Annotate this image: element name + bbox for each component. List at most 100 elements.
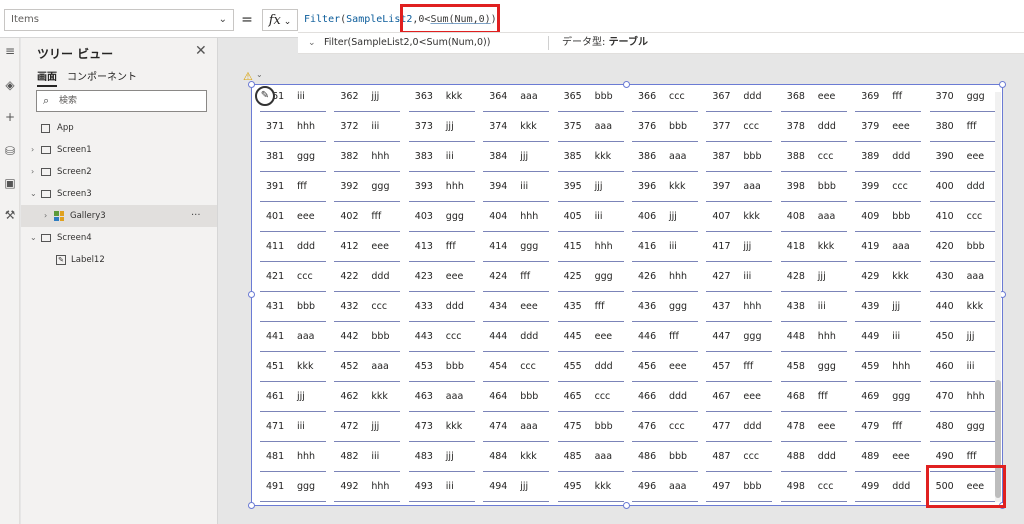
gallery-item[interactable]: 479 fff	[855, 412, 922, 442]
gallery-item[interactable]: 465 ccc	[557, 382, 624, 412]
gallery-item[interactable]: 416 iii	[632, 232, 698, 262]
gallery-item[interactable]: 470 hhh	[929, 382, 996, 412]
gallery-item[interactable]: 491 ggg	[260, 472, 326, 502]
gallery-item[interactable]: 397 aaa	[706, 172, 773, 202]
gallery-item[interactable]: 411 ddd	[260, 232, 326, 262]
gallery-item[interactable]: 366 ccc	[632, 85, 698, 112]
gallery-item[interactable]: 392 ggg	[334, 172, 401, 202]
gallery-item[interactable]: 438 iii	[780, 292, 847, 322]
gallery-item[interactable]: 424 fff	[483, 262, 550, 292]
media-icon[interactable]: ▣	[0, 176, 20, 190]
gallery-item[interactable]: 365 bbb	[557, 85, 624, 112]
resize-handle[interactable]	[248, 291, 255, 298]
gallery-item[interactable]: 417 jjj	[706, 232, 773, 262]
gallery-item[interactable]: 457 fff	[706, 352, 773, 382]
gallery-item[interactable]: 460 iii	[929, 352, 996, 382]
chevron-down-icon[interactable]: ⌄	[30, 227, 37, 249]
gallery-item[interactable]: 450 jjj	[929, 322, 996, 352]
gallery-item[interactable]: 498 ccc	[780, 472, 847, 502]
tab-screens[interactable]: 画面	[37, 68, 57, 87]
gallery-item[interactable]: 452 aaa	[334, 352, 401, 382]
gallery-item[interactable]: 441 aaa	[260, 322, 326, 352]
gallery-item[interactable]: 439 jjj	[855, 292, 922, 322]
gallery-item[interactable]: 473 kkk	[408, 412, 475, 442]
gallery-item[interactable]: 499 ddd	[855, 472, 922, 502]
property-dropdown[interactable]: Items ⌄	[4, 9, 234, 31]
resize-handle[interactable]	[248, 81, 255, 88]
gallery-item[interactable]: 485 aaa	[557, 442, 624, 472]
gallery-item[interactable]: 390 eee	[929, 142, 996, 172]
gallery-item[interactable]: 455 ddd	[557, 352, 624, 382]
gallery-item[interactable]: 395 jjj	[557, 172, 624, 202]
gallery-item[interactable]: 481 hhh	[260, 442, 326, 472]
gallery-item[interactable]: 418 kkk	[780, 232, 847, 262]
gallery-item[interactable]: 483 jjj	[408, 442, 475, 472]
gallery-item[interactable]: 427 iii	[706, 262, 773, 292]
gallery-item[interactable]: 443 ccc	[408, 322, 475, 352]
gallery-item[interactable]: 426 hhh	[632, 262, 698, 292]
gallery-item[interactable]: 448 hhh	[780, 322, 847, 352]
gallery-item[interactable]: 433 ddd	[408, 292, 475, 322]
gallery-item[interactable]: 482 iii	[334, 442, 401, 472]
gallery-scrollbar[interactable]	[995, 92, 1001, 502]
gallery-item[interactable]: 492 hhh	[334, 472, 401, 502]
gallery-item[interactable]: 409 bbb	[855, 202, 922, 232]
tree-node-screen4[interactable]: ⌄ Screen4	[21, 227, 217, 249]
gallery-item[interactable]: 421 ccc	[260, 262, 326, 292]
gallery-item[interactable]: 402 fff	[334, 202, 401, 232]
chevron-down-icon[interactable]: ⌄	[256, 70, 263, 79]
gallery-item[interactable]: 454 ccc	[483, 352, 550, 382]
gallery-item[interactable]: 488 ddd	[780, 442, 847, 472]
gallery-item[interactable]: 467 eee	[706, 382, 773, 412]
gallery-item[interactable]: 388 ccc	[780, 142, 847, 172]
gallery-item[interactable]: 428 jjj	[780, 262, 847, 292]
gallery-item[interactable]: 475 bbb	[557, 412, 624, 442]
chevron-right-icon[interactable]: ›	[44, 205, 47, 227]
gallery-item[interactable]: 435 fff	[557, 292, 624, 322]
resize-handle[interactable]	[623, 502, 630, 509]
gallery-item[interactable]: 398 bbb	[780, 172, 847, 202]
gallery-item[interactable]: 431 bbb	[260, 292, 326, 322]
gallery-item[interactable]: 497 bbb	[706, 472, 773, 502]
gallery-item[interactable]: 386 aaa	[632, 142, 698, 172]
gallery-item[interactable]: 444 ddd	[483, 322, 550, 352]
tree-node-label12[interactable]: ✎ Label12	[21, 249, 217, 271]
gallery-item[interactable]: 375 aaa	[557, 112, 624, 142]
gallery-item[interactable]: 389 ddd	[855, 142, 922, 172]
gallery-item[interactable]: 432 ccc	[334, 292, 401, 322]
gallery-item[interactable]: 478 eee	[780, 412, 847, 442]
gallery-item[interactable]: 477 ddd	[706, 412, 773, 442]
gallery-item[interactable]: 430 aaa	[929, 262, 996, 292]
gallery-item[interactable]: 442 bbb	[334, 322, 401, 352]
gallery-item[interactable]: 474 aaa	[483, 412, 550, 442]
more-options-icon[interactable]: ···	[191, 205, 201, 227]
gallery-item[interactable]: 381 ggg	[260, 142, 326, 172]
gallery-item[interactable]: 377 ccc	[706, 112, 773, 142]
tree-node-screen3[interactable]: ⌄ Screen3	[21, 183, 217, 205]
fx-button[interactable]: fx ⌄	[262, 9, 298, 31]
gallery-item[interactable]: 447 ggg	[706, 322, 773, 352]
gallery-item[interactable]: 400 ddd	[929, 172, 996, 202]
tab-components[interactable]: コンポーネント	[67, 68, 137, 83]
gallery-item[interactable]: 404 hhh	[483, 202, 550, 232]
gallery-item[interactable]: 396 kkk	[632, 172, 698, 202]
gallery-item[interactable]: 429 kkk	[855, 262, 922, 292]
gallery-item[interactable]: 489 eee	[855, 442, 922, 472]
edit-icon[interactable]: ✎	[255, 86, 275, 106]
gallery-item[interactable]: 371 hhh	[260, 112, 326, 142]
gallery-item[interactable]: 373 jjj	[408, 112, 475, 142]
gallery-item[interactable]: 414 ggg	[483, 232, 550, 262]
gallery-item[interactable]: 472 jjj	[334, 412, 401, 442]
gallery-item[interactable]: 384 jjj	[483, 142, 550, 172]
gallery-item[interactable]: 480 ggg	[929, 412, 996, 442]
gallery-item[interactable]: 496 aaa	[632, 472, 698, 502]
tree-search-input[interactable]: ⌕ 検索	[36, 90, 207, 112]
gallery-item[interactable]: 415 hhh	[557, 232, 624, 262]
tools-icon[interactable]: ⚒	[0, 208, 20, 222]
hamburger-icon[interactable]: ≡	[0, 44, 20, 58]
gallery-item[interactable]: 401 eee	[260, 202, 326, 232]
gallery-item[interactable]: 446 fff	[632, 322, 698, 352]
gallery-item[interactable]: 419 aaa	[855, 232, 922, 262]
gallery-item[interactable]: 461 jjj	[260, 382, 326, 412]
gallery-item[interactable]: 412 eee	[334, 232, 401, 262]
